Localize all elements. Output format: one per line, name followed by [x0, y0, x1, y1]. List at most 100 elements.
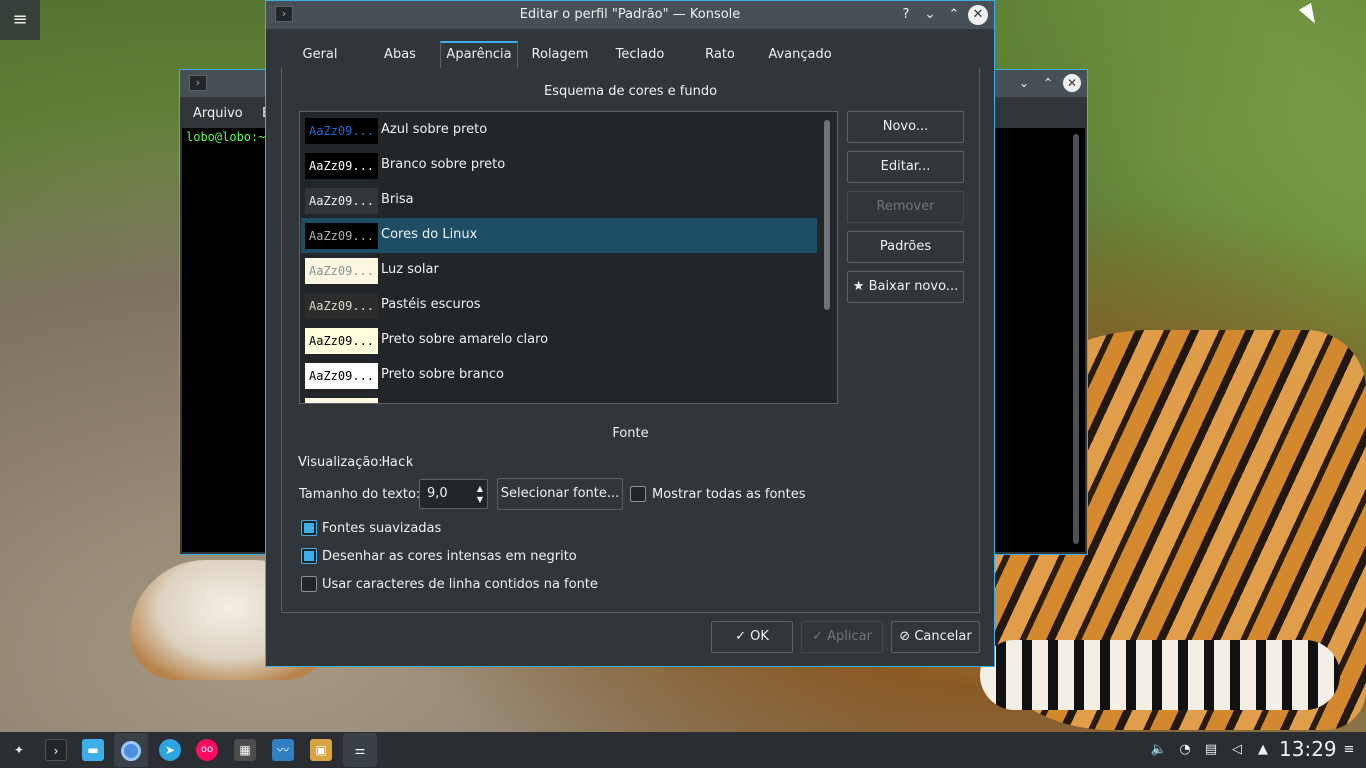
color-scheme-section-title: Esquema de cores e fundo [543, 84, 718, 99]
scheme-preview: AaZz09... [305, 188, 378, 214]
tray-expand-icon[interactable]: ▲ [1254, 741, 1272, 759]
scheme-item[interactable]: AaZz09... Pastéis escuros [301, 288, 817, 323]
volume-icon[interactable]: 🔈 [1150, 741, 1168, 759]
apply-button[interactable]: ✓ Aplicar [801, 621, 883, 653]
remove-scheme-button[interactable]: Remover [847, 191, 964, 223]
close-icon[interactable]: ✕ [968, 5, 988, 25]
scheme-item[interactable]: AaZz09... Brisa [301, 183, 817, 218]
flickr-icon[interactable]: oo [196, 739, 218, 761]
scheme-label: Branco sobre preto [381, 157, 506, 172]
image-viewer-icon[interactable]: ▣ [310, 739, 332, 761]
scheme-preview [305, 398, 378, 403]
scheme-label: Preto sobre amarelo claro [381, 332, 549, 347]
font-section-title: Fonte [612, 426, 649, 441]
hamburger-icon: ≡ [12, 9, 28, 30]
scheme-item-selected[interactable]: AaZz09... Cores do Linux [301, 218, 817, 253]
edit-scheme-button[interactable]: Editar... [847, 151, 964, 183]
scheme-preview: AaZz09... [305, 223, 378, 249]
konsole-icon[interactable]: › [45, 739, 67, 761]
scheme-preview: AaZz09... [305, 118, 378, 144]
scheme-item[interactable]: AaZz09... Branco sobre preto [301, 148, 817, 183]
scheme-list-scrollbar[interactable] [824, 120, 830, 310]
scheme-label: Brisa [381, 192, 414, 207]
scheme-preview: AaZz09... [305, 153, 378, 179]
cancel-button[interactable]: ⊘ Cancelar [891, 621, 980, 653]
taskbar: ✦ › ▬ ➤ oo ▦ 〰 ▣ ⚌ 🔈 ◔ ▤ ◁ ▲ 13:29 ≡ [0, 732, 1366, 768]
calculator-icon[interactable]: ▦ [234, 739, 256, 761]
tab-teclado[interactable]: Teclado [600, 41, 680, 68]
line-chars-checkbox[interactable] [301, 576, 317, 592]
ok-button[interactable]: ✓ OK [711, 621, 793, 653]
clock[interactable]: 13:29 [1279, 737, 1337, 761]
scheme-item-partial[interactable] [301, 393, 817, 403]
defaults-button[interactable]: Padrões [847, 231, 964, 263]
tab-rato[interactable]: Rato [680, 41, 760, 68]
select-font-button[interactable]: Selecionar fonte... [497, 478, 623, 510]
clipboard-icon[interactable]: ▤ [1202, 741, 1220, 759]
files-icon[interactable]: ▬ [82, 739, 104, 761]
font-size-value: 9,0 [427, 486, 448, 501]
tab-aparencia[interactable]: Aparência [440, 41, 518, 68]
telegram-icon[interactable]: ➤ [159, 739, 181, 761]
scheme-preview: AaZz09... [305, 363, 378, 389]
minimize-icon[interactable]: ⌄ [920, 5, 940, 25]
dialog-titlebar[interactable]: › Editar o perfil "Padrão" — Konsole ? ⌄… [266, 1, 994, 29]
speaker-icon[interactable]: ◁ [1228, 741, 1246, 759]
font-preview-label: Visualização: [298, 455, 383, 470]
checkmark-icon: ✓ [812, 629, 823, 644]
font-preview-value: Hack [382, 455, 414, 470]
terminal-scrollbar[interactable] [1073, 134, 1079, 544]
monitor-icon[interactable]: 〰 [272, 739, 294, 761]
konsole-icon: › [189, 75, 207, 91]
chevron-up-icon[interactable]: ⌃ [1039, 74, 1057, 92]
new-scheme-button[interactable]: Novo... [847, 111, 964, 143]
scheme-item[interactable]: AaZz09... Luz solar [301, 253, 817, 288]
cancel-icon: ⊘ [899, 629, 911, 644]
antialias-checkbox[interactable] [301, 520, 317, 536]
desktop-menu-button[interactable]: ≡ [0, 0, 40, 40]
appearance-panel: Esquema de cores e fundo AaZz09... Azul … [281, 68, 980, 613]
chevron-down-icon[interactable]: ⌄ [1015, 74, 1033, 92]
chromium-icon[interactable] [114, 733, 148, 767]
scheme-preview: AaZz09... [305, 258, 378, 284]
show-all-fonts-checkbox[interactable] [630, 486, 646, 502]
maximize-icon[interactable]: ⌃ [944, 5, 964, 25]
tab-geral[interactable]: Geral [280, 41, 360, 68]
scheme-preview: AaZz09... [305, 328, 378, 354]
scheme-label: Luz solar [381, 262, 439, 277]
launcher-icon[interactable]: ✦ [8, 739, 30, 761]
line-chars-label: Usar caracteres de linha contidos na fon… [322, 577, 598, 592]
star-icon: ★ [852, 279, 865, 294]
mouse-cursor [1298, 2, 1322, 28]
font-size-spinbox[interactable]: 9,0 ▲ ▼ [419, 479, 488, 509]
font-size-label: Tamanho do texto: [299, 487, 421, 502]
antialias-label: Fontes suavizadas [322, 521, 442, 536]
bold-intense-checkbox[interactable] [301, 548, 317, 564]
settings-icon[interactable]: ⚌ [343, 733, 377, 767]
show-all-fonts-label: Mostrar todas as fontes [652, 487, 806, 502]
cancel-label: Cancelar [914, 629, 972, 644]
scheme-item[interactable]: AaZz09... Preto sobre amarelo claro [301, 323, 817, 358]
apply-label: Aplicar [827, 629, 872, 644]
tab-avancado[interactable]: Avançado [760, 41, 840, 68]
scheme-item[interactable]: AaZz09... Preto sobre branco [301, 358, 817, 393]
help-icon[interactable]: ? [896, 5, 916, 25]
checkmark-icon: ✓ [735, 629, 746, 644]
spin-arrows-icon[interactable]: ▲ ▼ [477, 483, 483, 505]
color-scheme-list[interactable]: AaZz09... Azul sobre preto AaZz09... Bra… [299, 111, 838, 404]
tab-rolagem[interactable]: Rolagem [520, 41, 600, 68]
edit-profile-dialog: › Editar o perfil "Padrão" — Konsole ? ⌄… [265, 0, 995, 667]
ok-label: OK [750, 629, 769, 644]
scheme-item[interactable]: AaZz09... Azul sobre preto [301, 113, 817, 148]
download-new-button[interactable]: ★ Baixar novo... [847, 271, 964, 303]
scheme-label: Cores do Linux [381, 227, 478, 242]
close-icon[interactable]: ✕ [1063, 74, 1081, 92]
menu-icon[interactable]: ≡ [1340, 741, 1358, 759]
download-new-label: Baixar novo... [868, 279, 959, 294]
scheme-label: Azul sobre preto [381, 122, 488, 137]
tab-abas[interactable]: Abas [360, 41, 440, 68]
menu-arquivo[interactable]: Arquivo [193, 106, 243, 121]
scheme-label: Pastéis escuros [381, 297, 481, 312]
wifi-icon[interactable]: ◔ [1176, 741, 1194, 759]
wallpaper-tiger-tail [980, 640, 1340, 710]
